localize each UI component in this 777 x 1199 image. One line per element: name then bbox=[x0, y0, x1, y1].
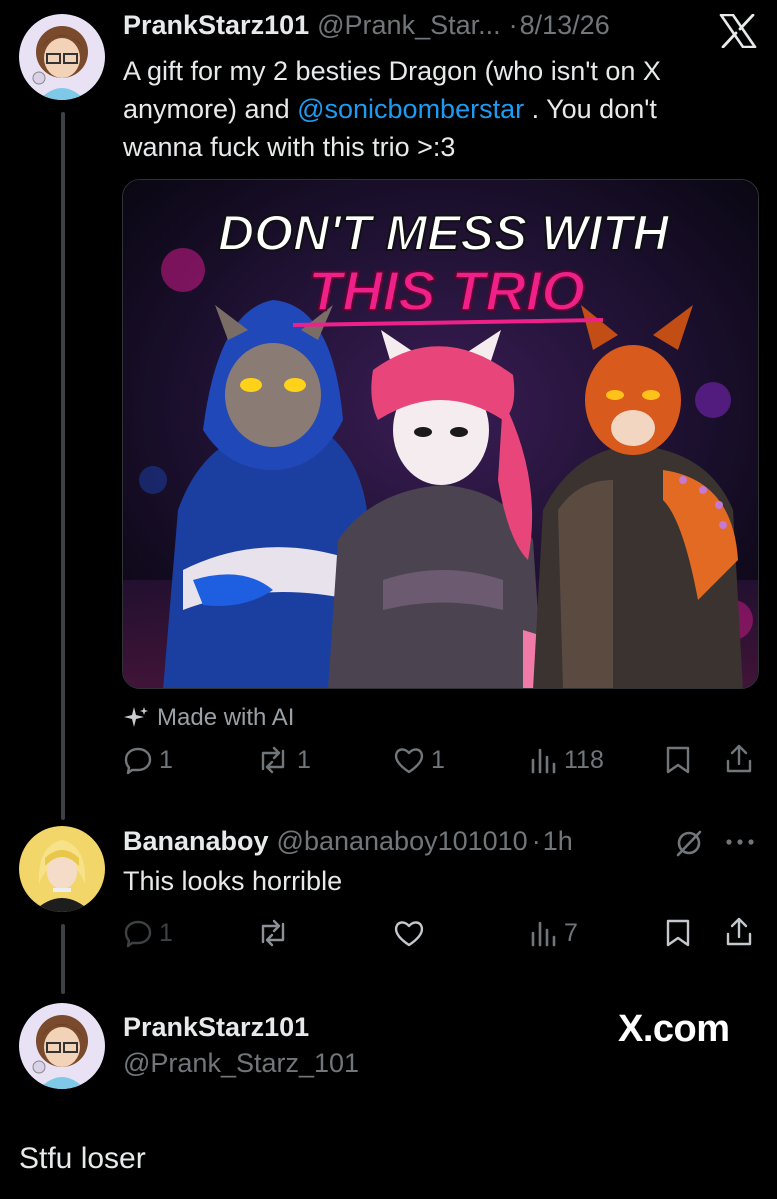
avatar-illustration bbox=[19, 1003, 105, 1089]
bottom-reply-text: Stfu loser bbox=[19, 1142, 146, 1175]
like-button[interactable]: 1 bbox=[393, 745, 445, 775]
thread-line-top bbox=[61, 112, 65, 820]
bookmark-icon bbox=[666, 919, 690, 947]
trio-artwork: DON'T MESS WITH THIS TRIO bbox=[123, 180, 758, 688]
tweet-text: A gift for my 2 besties Dragon (who isn'… bbox=[123, 52, 743, 166]
reply-views-button[interactable]: 7 bbox=[528, 918, 578, 948]
footer-display-name[interactable]: PrankStarz101 bbox=[123, 1012, 309, 1043]
made-with-ai-label: Made with AI bbox=[123, 704, 294, 732]
made-with-ai-text: Made with AI bbox=[157, 704, 295, 731]
more-icon[interactable] bbox=[724, 836, 756, 848]
heart-icon bbox=[394, 748, 424, 774]
footer-avatar-prankstarz[interactable] bbox=[19, 1003, 105, 1089]
views-icon bbox=[531, 921, 556, 947]
share-button[interactable] bbox=[724, 743, 754, 775]
reply-views-count: 7 bbox=[564, 918, 578, 947]
footer-handle[interactable]: @Prank_Starz_101 bbox=[123, 1048, 359, 1079]
brand-xcom: X.com bbox=[618, 1008, 730, 1050]
grok-icon[interactable] bbox=[674, 828, 704, 858]
reply-repost-button[interactable] bbox=[255, 918, 291, 948]
reply-reply-count: 1 bbox=[159, 918, 173, 947]
bookmark-button[interactable] bbox=[664, 745, 692, 775]
tweet-date[interactable]: 8/13/26 bbox=[520, 10, 610, 41]
thread-line-middle bbox=[61, 924, 65, 994]
artwork-title-line1: DON'T MESS WITH bbox=[218, 205, 670, 261]
reply-time[interactable]: 1h bbox=[543, 826, 573, 857]
avatar-illustration bbox=[19, 826, 105, 912]
reply-reply-button[interactable]: 1 bbox=[123, 918, 173, 948]
reply-icon bbox=[124, 920, 152, 948]
views-button[interactable]: 118 bbox=[528, 745, 604, 775]
avatar-bananaboy[interactable] bbox=[19, 826, 105, 912]
bookmark-icon bbox=[666, 746, 690, 774]
reply-handle[interactable]: @bananaboy101010 bbox=[277, 826, 528, 857]
avatar-illustration bbox=[19, 14, 105, 100]
reply-display-name[interactable]: Bananaboy bbox=[123, 826, 269, 857]
avatar-prankstarz[interactable] bbox=[19, 14, 105, 100]
reply-icon bbox=[124, 747, 152, 775]
tweet-mention-link[interactable]: @sonicbomberstar bbox=[297, 94, 524, 124]
heart-icon bbox=[394, 921, 424, 947]
tweet-separator: · bbox=[508, 10, 518, 40]
reply-header: Bananaboy @bananaboy101010 · 1h bbox=[123, 826, 573, 857]
tweet-handle[interactable]: @Prank_Star... bbox=[317, 10, 501, 41]
repost-icon bbox=[261, 746, 285, 774]
tweet-header: PrankStarz101 @Prank_Star... · 8/13/26 bbox=[123, 10, 610, 41]
share-icon bbox=[726, 917, 752, 946]
x-logo-icon[interactable] bbox=[719, 14, 757, 48]
reply-like-button[interactable] bbox=[393, 918, 425, 948]
artwork-title-line2: THIS TRIO bbox=[308, 259, 585, 322]
repost-button[interactable]: 1 bbox=[255, 745, 311, 775]
sparkle-icon bbox=[124, 707, 148, 727]
tweet-media-image[interactable]: DON'T MESS WITH THIS TRIO bbox=[122, 179, 759, 689]
reply-share-button[interactable] bbox=[724, 916, 754, 948]
tweet-display-name[interactable]: PrankStarz101 bbox=[123, 10, 309, 41]
reply-count: 1 bbox=[159, 745, 173, 774]
reply-text: This looks horrible bbox=[123, 866, 343, 896]
repost-count: 1 bbox=[297, 745, 311, 774]
share-icon bbox=[726, 744, 752, 773]
repost-icon bbox=[261, 919, 285, 947]
reply-separator: · bbox=[531, 826, 541, 856]
views-count: 118 bbox=[564, 745, 604, 774]
reply-bookmark-button[interactable] bbox=[664, 918, 692, 948]
reply-button[interactable]: 1 bbox=[123, 745, 173, 775]
views-icon bbox=[531, 748, 556, 774]
like-count: 1 bbox=[431, 745, 445, 774]
